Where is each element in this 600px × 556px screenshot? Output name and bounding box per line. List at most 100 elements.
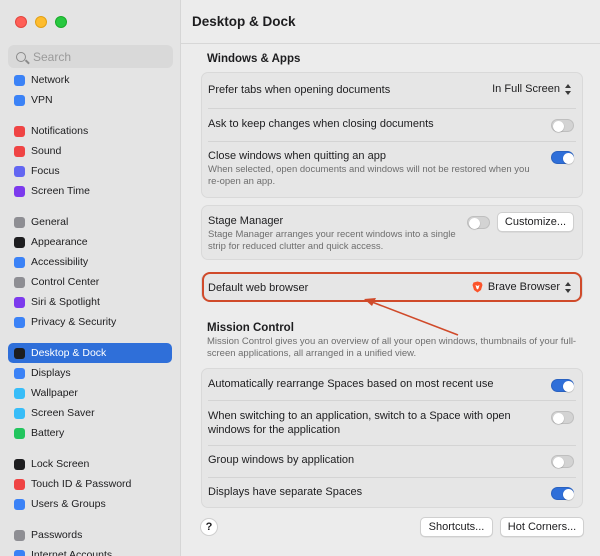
sidebar-item-label: Privacy & Security [31,316,117,328]
sidebar-item-network[interactable]: Network [8,70,172,90]
sidebar-item-label: General [31,216,69,228]
sidebar-item-users-groups[interactable]: Users & Groups [8,494,172,514]
ask-keep-toggle[interactable] [551,119,574,132]
separate-spaces-toggle[interactable] [551,487,574,500]
windows-apps-panel: Prefer tabs when opening documents In Fu… [201,72,583,198]
sun-icon [14,367,25,379]
sidebar-item-screen-saver[interactable]: Screen Saver [8,403,172,423]
default-browser-highlight [202,272,582,302]
close-windows-row: Close windows when quitting an app When … [208,150,542,188]
minimize-window-button[interactable] [35,16,47,28]
screensaver-icon [14,407,25,419]
close-window-button[interactable] [15,16,27,28]
divider [208,477,576,478]
stage-manager-label: Stage Manager [208,215,284,227]
sidebar-item-displays[interactable]: Displays [8,363,172,383]
sidebar-item-label: Network [31,74,70,86]
window-controls [15,16,67,28]
vpn-icon [14,94,25,106]
prefer-tabs-label: Prefer tabs when opening documents [208,84,391,96]
search-icon [16,51,26,62]
stage-manager-description: Stage Manager arranges your recent windo… [208,229,456,252]
sidebar-item-general[interactable]: General [8,212,172,232]
sidebar-item-label: Accessibility [31,256,89,268]
sidebar-item-battery[interactable]: Battery [8,423,172,443]
users-icon [14,498,25,510]
appearance-icon [14,236,25,248]
sidebar-item-accessibility[interactable]: Accessibility [8,252,172,272]
separate-spaces-label: Displays have separate Spaces [208,486,363,498]
sidebar-item-label: Focus [31,165,60,177]
close-windows-description: When selected, open documents and window… [208,164,530,187]
windows-apps-heading: Windows & Apps [207,53,301,65]
close-windows-toggle[interactable] [551,151,574,164]
page-title: Desktop & Dock [192,14,296,29]
sidebar-item-label: Users & Groups [31,498,106,510]
sidebar-item-label: Internet Accounts [31,549,113,556]
flower-icon [14,387,25,399]
sidebar-item-screen-time[interactable]: Screen Time [8,181,172,201]
sidebar-item-wallpaper[interactable]: Wallpaper [8,383,172,403]
sidebar-item-label: Displays [31,367,71,379]
stage-manager-customize-button[interactable]: Customize... [497,212,574,232]
sidebar-item-desktop-dock[interactable]: Desktop & Dock [8,343,172,363]
sidebar-item-control-center[interactable]: Control Center [8,272,172,292]
sidebar-item-label: Passwords [31,529,83,541]
hot-corners-button[interactable]: Hot Corners... [500,517,584,537]
auto-rearrange-toggle[interactable] [551,379,574,392]
fingerprint-icon [14,478,25,490]
sidebar-item-privacy-security[interactable]: Privacy & Security [8,312,172,332]
switch-space-label: When switching to an application, switch… [208,410,511,436]
moon-icon [14,165,25,177]
sidebar-item-label: VPN [31,94,53,106]
sidebar-item-label: Siri & Spotlight [31,296,100,308]
sidebar-item-label: Appearance [31,236,88,248]
sidebar-item-sound[interactable]: Sound [8,141,172,161]
dock-icon [14,347,25,359]
hourglass-icon [14,185,25,197]
ask-keep-row: Ask to keep changes when closing documen… [208,118,576,130]
divider [208,400,576,401]
speaker-icon [14,145,25,157]
sidebar-item-notifications[interactable]: Notifications [8,121,172,141]
auto-rearrange-row: Automatically rearrange Spaces based on … [208,378,576,390]
stage-manager-toggle[interactable] [467,216,490,229]
siri-icon [14,296,25,308]
sidebar-item-appearance[interactable]: Appearance [8,232,172,252]
stage-manager-panel: Stage Manager Stage Manager arranges you… [201,205,583,260]
globe-icon [14,74,25,86]
search-field[interactable] [8,45,173,68]
at-icon [14,549,25,556]
close-windows-label: Close windows when quitting an app [208,150,386,162]
sidebar-item-label: Screen Saver [31,407,95,419]
sidebar-item-internet-accounts[interactable]: Internet Accounts [8,545,172,556]
divider [208,445,576,446]
chevron-updown-icon [565,83,572,95]
shortcuts-button[interactable]: Shortcuts... [420,517,493,537]
zoom-window-button[interactable] [55,16,67,28]
mission-control-heading: Mission Control [207,322,294,334]
sidebar-item-label: Screen Time [31,185,90,197]
help-button[interactable]: ? [200,518,218,536]
sidebar-item-siri-spotlight[interactable]: Siri & Spotlight [8,292,172,312]
group-windows-toggle[interactable] [551,455,574,468]
group-windows-label: Group windows by application [208,454,355,466]
group-windows-row: Group windows by application [208,454,576,466]
sidebar-item-passwords[interactable]: Passwords [8,525,172,545]
gear-icon [14,216,25,228]
hand-icon [14,316,25,328]
prefer-tabs-popup[interactable]: In Full Screen [492,83,572,95]
prefer-tabs-value: In Full Screen [492,83,560,95]
lock-icon [14,458,25,470]
ask-keep-label: Ask to keep changes when closing documen… [208,118,434,130]
divider [208,108,576,109]
accessibility-icon [14,256,25,268]
main-pane: Desktop & Dock Windows & Apps Prefer tab… [181,0,600,556]
sidebar-item-vpn[interactable]: VPN [8,90,172,110]
mission-control-panel: Automatically rearrange Spaces based on … [201,368,583,508]
sidebar-item-focus[interactable]: Focus [8,161,172,181]
switch-space-toggle[interactable] [551,411,574,424]
sidebar-item-touch-id-password[interactable]: Touch ID & Password [8,474,172,494]
sidebar-item-lock-screen[interactable]: Lock Screen [8,454,172,474]
search-input[interactable] [33,49,163,64]
